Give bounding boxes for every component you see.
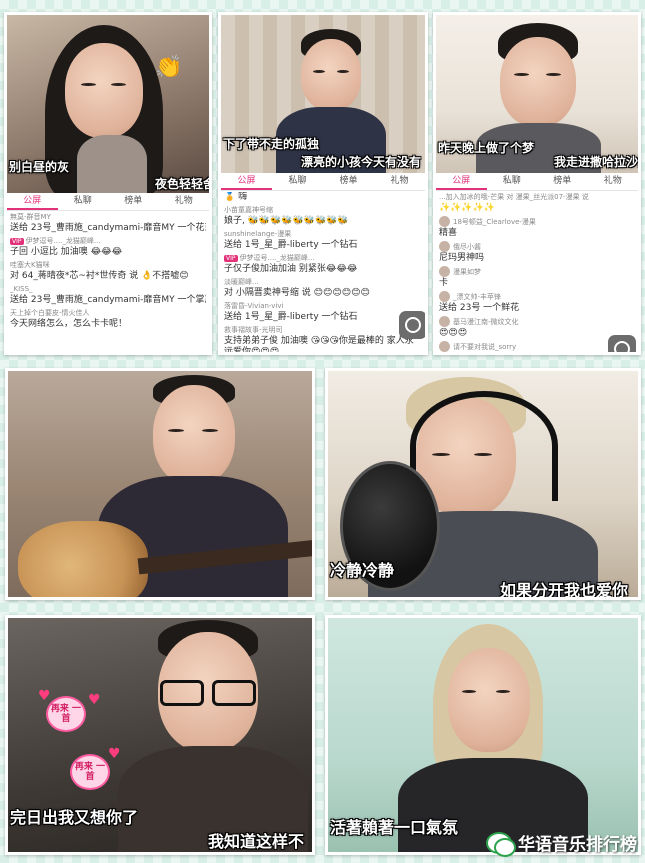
tab-gifts[interactable]: 礼物 xyxy=(374,173,425,190)
avatar[interactable] xyxy=(439,216,450,227)
circle-icon xyxy=(614,341,630,352)
chat-message: _漂文帅-丰苹锋 送给 23号 一个鲜花 xyxy=(439,291,520,313)
watermark-text: 华语音乐排行榜 xyxy=(518,835,637,855)
video-tile-4 xyxy=(5,368,315,600)
glasses xyxy=(212,680,256,706)
stream-video: 活著賴著一口氣氛 xyxy=(328,618,638,852)
heart-icon: ♥ xyxy=(38,688,51,704)
tab-private[interactable]: 私聊 xyxy=(487,173,538,190)
chat-message: 無莫-群音MY 送给 23号_曹雨施_candymami-靡音MY 一个花束 xyxy=(10,213,206,233)
chat-message: VIP 伊梦逗号...._龙猫巅峰... 子回 小逗比 加油噢 😂😂😂 xyxy=(10,237,123,257)
home-button[interactable] xyxy=(399,311,425,339)
chat-message: 漫果如梦卡 xyxy=(439,266,481,288)
watermark: 华语音乐排行榜 xyxy=(486,830,637,857)
avatar[interactable] xyxy=(439,341,450,352)
video-tile-7: 活著賴著一口氣氛 xyxy=(325,615,641,855)
chat-message: 18号顿益_Clearlove-漫果 精喜 xyxy=(439,216,536,238)
chat-message: sunshinelange-漫果 送给 1号_星_爵-liberty 一个钻石 xyxy=(224,230,358,250)
lyric-caption-right: 漂亮的小孩今天有没有 xyxy=(301,155,422,169)
tab-gifts[interactable]: 礼物 xyxy=(588,173,639,190)
chat-tabs: 公屏 私聊 榜单 礼物 xyxy=(436,173,638,191)
tab-private[interactable]: 私聊 xyxy=(58,193,109,210)
chat-list: 🏅 嗨 小苗童嘉神号缩 娘子, 🐝🐝🐝🐝🐝🐝🐝🐝🐝 sunshinelange-漫… xyxy=(221,191,425,355)
chat-message: _KISS_ 送给 23号_曹雨施_candymami-靡音MY 一个掌声 xyxy=(10,285,206,305)
tab-ranking[interactable]: 榜单 xyxy=(537,173,588,190)
guitar xyxy=(18,521,148,597)
lyric-caption-right: 我走进撒哈拉沙漠 xyxy=(554,155,638,169)
stream-video xyxy=(8,371,312,597)
chat-message: 小苗童嘉神号缩 娘子, 🐝🐝🐝🐝🐝🐝🐝🐝🐝 xyxy=(224,206,349,226)
clap-emoji-icon: 👏 xyxy=(155,55,183,80)
chat-panel: 公屏 私聊 榜单 礼物 🏅 嗨 小苗童嘉神号缩 娘子, 🐝🐝🐝🐝🐝🐝🐝🐝🐝 sun… xyxy=(221,173,425,352)
video-tile-1: 👏 别白昼的灰 夜色轻轻舍 公屏 私聊 榜单 礼物 無莫-群音MY送给 23号_… xyxy=(4,12,212,355)
chat-message: ...加入加冰的哦-芒果 对 漫果_丝光派07-漫果 说 ✨✨✨✨✨ xyxy=(439,193,589,213)
chat-list: ...加入加冰的哦-芒果 对 漫果_丝光派07-漫果 说 ✨✨✨✨✨ 18号顿益_… xyxy=(436,191,638,352)
stream-video: 再来 一首 再来 一首 ♥ ♥ ♥ 完日出我又想你了 我知道这样不 xyxy=(8,618,312,852)
video-tile-5: 冷静冷静 如果分开我也爱你 xyxy=(325,368,641,600)
lyric-caption-right: 如果分开我也爱你 xyxy=(500,581,629,600)
lyric-caption-left: 完日出我又想你了 xyxy=(10,808,139,827)
chat-message: 哇塞大K猫咪对 64_蒋晴夜*芯~衬*世传奇 说 👌不搭嘘😊 xyxy=(10,261,189,281)
chat-message: 请不要对我说_sorry哇塞 xyxy=(439,341,635,352)
tab-public[interactable]: 公屏 xyxy=(436,173,487,190)
stream-video: 昨天晚上做了个梦 我走进撒哈拉沙漠 xyxy=(436,15,638,173)
chat-message: 落雷昏-Vivian-vivi 送给 1号_星_爵-liberty 一个钻石 xyxy=(224,302,358,322)
tab-ranking[interactable]: 榜单 xyxy=(323,173,374,190)
wechat-icon xyxy=(486,831,516,857)
lyric-caption-right: 夜色轻轻舍 xyxy=(155,177,209,191)
chat-tabs: 公屏 私聊 榜单 礼物 xyxy=(7,193,209,211)
avatar[interactable] xyxy=(439,266,450,277)
glasses xyxy=(160,680,204,706)
chat-message: 天上掉个白要皮-情火佳人 今天网络怎么，怎么卡卡呢！ xyxy=(10,309,128,329)
chat-message: VIP 伊梦逗号...._龙猫巅峰... 子仅子俊加油加油 别紧张😂😂😂 xyxy=(224,254,358,274)
lyric-caption-left: 冷静冷静 xyxy=(330,561,395,580)
home-button[interactable] xyxy=(608,335,636,352)
chat-list: 無莫-群音MY 送给 23号_曹雨施_candymami-靡音MY 一个花束 VI… xyxy=(7,211,209,333)
tab-ranking[interactable]: 榜单 xyxy=(108,193,159,210)
lyric-caption: 活著賴著一口氣氛 xyxy=(330,818,459,837)
chat-tabs: 公屏 私聊 榜单 礼物 xyxy=(221,173,425,191)
lyric-caption-left: 下了带不走的孤独 xyxy=(223,137,320,151)
avatar[interactable] xyxy=(439,241,450,252)
tab-public[interactable]: 公屏 xyxy=(7,193,58,210)
avatar[interactable] xyxy=(439,316,450,327)
chat-message: 🏅 嗨 xyxy=(224,192,248,202)
chat-message: 救事褶故事-光明司 支持弟弟子俊 加油噢 😘😘😘你是最棒的 家人永远爱你😍😍😍 xyxy=(224,326,414,355)
encore-sticker: 再来 一首 xyxy=(70,754,110,790)
stream-video: 下了带不走的孤独 漂亮的小孩今天有没有 xyxy=(221,15,425,173)
lyric-caption-left: 昨天晚上做了个梦 xyxy=(438,141,535,155)
chat-message: 淡暖巅峰... 对 小隔晋卖神号缩 说 😊😊😊😊😊😊 xyxy=(224,278,370,298)
video-tile-2: 下了带不走的孤独 漂亮的小孩今天有没有 公屏 私聊 榜单 礼物 🏅 嗨 小苗童嘉… xyxy=(218,12,428,355)
heart-icon: ♥ xyxy=(88,692,101,708)
lyric-caption-left: 别白昼的灰 xyxy=(9,160,70,174)
headphones xyxy=(410,391,558,501)
video-tile-3: 昨天晚上做了个梦 我走进撒哈拉沙漠 公屏 私聊 榜单 礼物 ...加入加冰的哦-… xyxy=(433,12,641,355)
stream-video: 冷静冷静 如果分开我也爱你 xyxy=(328,371,638,600)
tab-public[interactable]: 公屏 xyxy=(221,173,272,190)
heart-icon: ♥ xyxy=(108,746,121,762)
chat-panel: 公屏 私聊 榜单 礼物 ...加入加冰的哦-芒果 对 漫果_丝光派07-漫果 说… xyxy=(436,173,638,352)
lyric-caption-right: 我知道这样不 xyxy=(208,832,305,851)
tab-private[interactable]: 私聊 xyxy=(272,173,323,190)
encore-sticker: 再来 一首 xyxy=(46,696,86,732)
chat-panel: 公屏 私聊 榜单 礼物 無莫-群音MY 送给 23号_曹雨施_candymami-… xyxy=(7,193,209,352)
chat-message: 基马漫江南-微纹文化 😍😍😍 xyxy=(439,316,519,338)
circle-icon xyxy=(405,317,421,333)
avatar[interactable] xyxy=(439,291,450,302)
video-tile-6: 再来 一首 再来 一首 ♥ ♥ ♥ 完日出我又想你了 我知道这样不 xyxy=(5,615,315,855)
chat-message: 俄尽小酱 尼玛男神吗 xyxy=(439,241,485,263)
stream-video: 👏 别白昼的灰 夜色轻轻舍 xyxy=(7,15,209,193)
tab-gifts[interactable]: 礼物 xyxy=(159,193,210,210)
